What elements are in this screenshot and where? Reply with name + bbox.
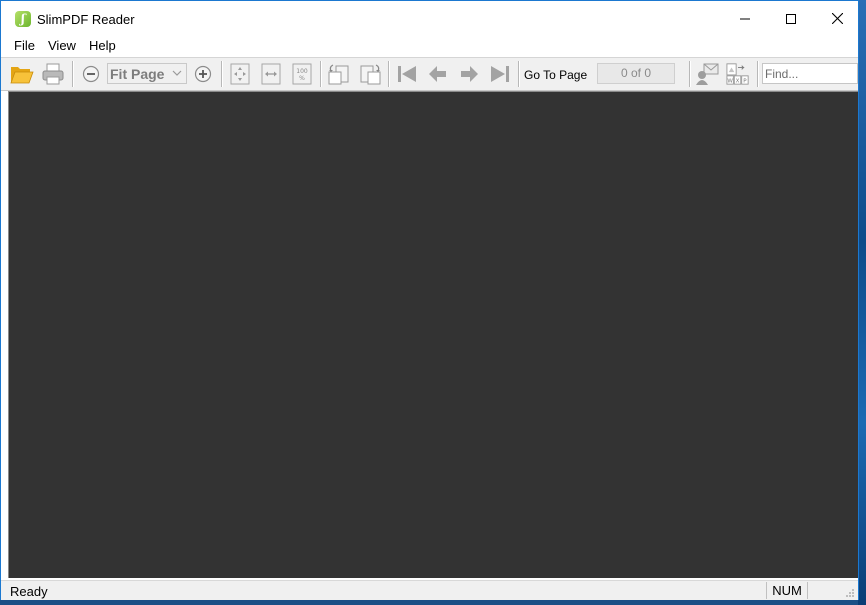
desktop-background (858, 0, 866, 605)
chevron-down-icon (172, 70, 182, 76)
open-button[interactable] (10, 62, 34, 86)
first-page-icon (398, 66, 416, 82)
window-title: SlimPDF Reader (37, 12, 135, 27)
title-bar[interactable]: ʃ SlimPDF Reader (1, 1, 858, 36)
toolbar-separator (388, 61, 390, 87)
svg-text:X: X (736, 78, 740, 84)
zoom-select[interactable]: Fit Page (107, 63, 187, 84)
page-number-field[interactable]: 0 of 0 (597, 63, 675, 84)
next-page-button[interactable] (457, 62, 481, 86)
fit-page-icon (230, 63, 250, 85)
toolbar-separator (757, 61, 759, 87)
svg-text:%: % (299, 75, 305, 82)
actual-size-icon: 100 % (292, 63, 312, 85)
status-bar: Ready NUM (1, 580, 858, 600)
maximize-button[interactable] (768, 1, 814, 36)
printer-icon (42, 63, 64, 85)
num-lock-indicator: NUM (766, 582, 808, 599)
close-icon (831, 13, 843, 24)
last-page-icon (491, 66, 509, 82)
rotate-clockwise-button[interactable] (358, 62, 382, 86)
menu-bar: File View Help (1, 36, 858, 55)
folder-open-icon (10, 67, 34, 84)
share-icon (696, 63, 719, 85)
close-button[interactable] (814, 1, 860, 36)
toolbar-separator (689, 61, 691, 87)
previous-page-icon (429, 66, 446, 82)
rotate-ccw-icon (328, 64, 349, 85)
actual-size-button[interactable]: 100 % (290, 62, 314, 86)
convert-button[interactable]: W X P (726, 62, 750, 86)
app-window: ʃ SlimPDF Reader File View Help Fit Page… (0, 0, 859, 600)
document-viewer[interactable] (8, 91, 858, 578)
zoom-out-icon (82, 65, 100, 83)
previous-page-button[interactable] (426, 62, 450, 86)
menu-help[interactable]: Help (89, 38, 116, 53)
zoom-select-value: Fit Page (110, 66, 165, 82)
toolbar-separator (518, 61, 520, 87)
fit-page-button[interactable] (228, 62, 252, 86)
minimize-icon (740, 18, 750, 19)
zoom-out-button[interactable] (79, 62, 103, 86)
print-button[interactable] (41, 62, 65, 86)
toolbar-separator (221, 61, 223, 87)
fit-width-icon (261, 63, 281, 85)
fit-width-button[interactable] (259, 62, 283, 86)
app-logo-icon: ʃ (15, 11, 31, 27)
first-page-button[interactable] (395, 62, 419, 86)
svg-text:100: 100 (296, 68, 308, 75)
rotate-counterclockwise-button[interactable] (327, 62, 351, 86)
share-button[interactable] (695, 62, 719, 86)
svg-text:W: W (727, 78, 733, 84)
menu-file[interactable]: File (14, 38, 35, 53)
last-page-button[interactable] (488, 62, 512, 86)
status-text: Ready (10, 584, 48, 599)
zoom-in-icon (194, 65, 212, 83)
minimize-button[interactable] (722, 1, 768, 36)
toolbar-separator (320, 61, 322, 87)
find-input[interactable] (762, 63, 858, 84)
rotate-cw-icon (360, 64, 381, 85)
toolbar: Fit Page 100 % Go To Page 0 of 0 W X P F… (1, 57, 858, 91)
next-page-icon (461, 66, 478, 82)
maximize-icon (786, 13, 796, 24)
resize-grip-icon[interactable] (845, 588, 855, 598)
go-to-page-label[interactable]: Go To Page (524, 68, 587, 82)
zoom-in-button[interactable] (191, 62, 215, 86)
menu-view[interactable]: View (48, 38, 76, 53)
convert-icon: W X P (726, 63, 749, 85)
toolbar-separator (72, 61, 74, 87)
